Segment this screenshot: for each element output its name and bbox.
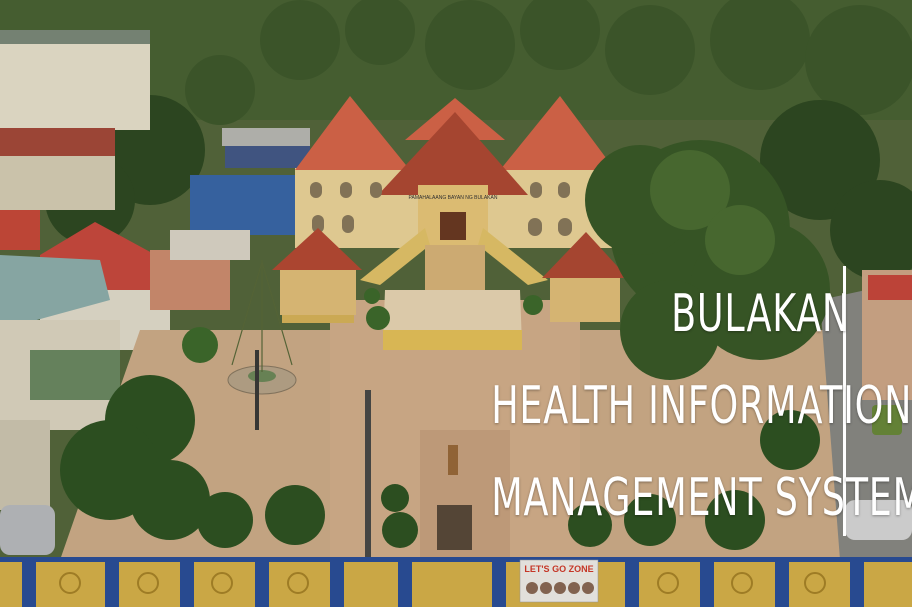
title-line-1: BULAKAN	[671, 284, 850, 344]
title-line-2: HEALTH INFORMATION	[491, 376, 912, 436]
system-title: BULAKAN HEALTH INFORMATION MANAGEMENT SY…	[390, 268, 912, 544]
title-line-3: MANAGEMENT SYSTEM	[491, 468, 912, 528]
